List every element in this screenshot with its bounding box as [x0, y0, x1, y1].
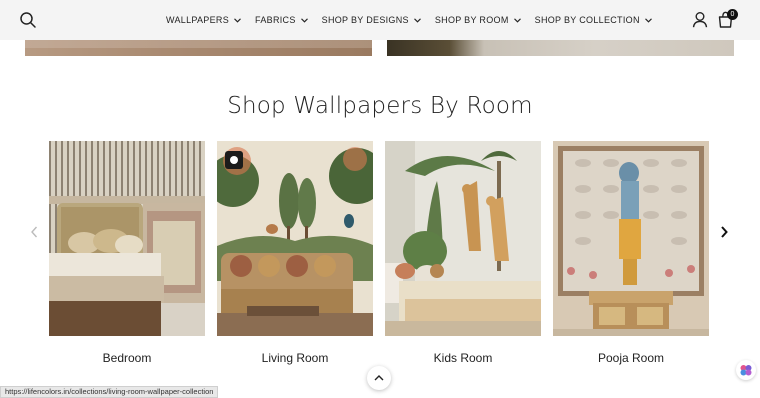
nav-wallpapers[interactable]: WALLPAPERS	[166, 15, 241, 25]
cart-count-badge: 0	[727, 9, 738, 20]
room-card-bedroom[interactable]: Bedroom	[49, 141, 205, 365]
nav-shop-by-designs[interactable]: SHOP BY DESIGNS	[322, 15, 421, 25]
nav-label: SHOP BY COLLECTION	[534, 15, 640, 25]
section-title: Shop Wallpapers By Room	[227, 93, 533, 119]
nav-shop-by-collection[interactable]: SHOP BY COLLECTION	[535, 15, 652, 25]
room-image-kids-room[interactable]	[385, 141, 541, 336]
nav-label: SHOP BY ROOM	[434, 15, 509, 25]
room-card-pooja-room[interactable]: Pooja Room	[553, 141, 709, 365]
site-header: WALLPAPERS FABRICS SHOP BY DESIGNS SHOP …	[0, 0, 760, 40]
chevron-down-icon	[413, 17, 421, 23]
assistant-icon[interactable]	[736, 360, 756, 380]
chevron-down-icon	[644, 17, 652, 23]
nav-shop-by-room[interactable]: SHOP BY ROOM	[435, 15, 521, 25]
scroll-to-top-button[interactable]	[367, 366, 391, 390]
chevron-down-icon	[300, 17, 308, 23]
room-image-pooja-room[interactable]	[553, 141, 709, 336]
room-label[interactable]: Living Room	[217, 351, 373, 365]
chevron-down-icon	[234, 17, 241, 23]
room-label[interactable]: Kids Room	[385, 351, 541, 365]
room-card-living-room[interactable]: Living Room	[217, 141, 373, 365]
status-bar-url: https://lifencolors.in/collections/livin…	[0, 386, 219, 398]
room-image-living-room[interactable]	[217, 141, 373, 336]
chevron-up-icon	[374, 375, 384, 381]
room-label[interactable]: Pooja Room	[553, 351, 709, 365]
hero-image-left[interactable]	[25, 40, 372, 56]
search-icon[interactable]	[18, 10, 38, 30]
nav-label: FABRICS	[255, 15, 296, 25]
nav-label: SHOP BY DESIGNS	[321, 15, 409, 25]
chevron-right-icon[interactable]	[718, 224, 730, 240]
nav-label: WALLPAPERS	[166, 15, 230, 25]
room-label[interactable]: Bedroom	[49, 351, 205, 365]
room-image-bedroom[interactable]	[49, 141, 205, 336]
nav-fabrics[interactable]: FABRICS	[255, 15, 308, 25]
hero-image-right[interactable]	[387, 40, 734, 56]
room-card-kids-room[interactable]: Kids Room	[385, 141, 541, 365]
chevron-down-icon	[513, 17, 521, 23]
user-icon[interactable]	[692, 11, 708, 28]
main-nav: WALLPAPERS FABRICS SHOP BY DESIGNS SHOP …	[166, 0, 652, 40]
chevron-left-icon[interactable]	[28, 224, 40, 240]
